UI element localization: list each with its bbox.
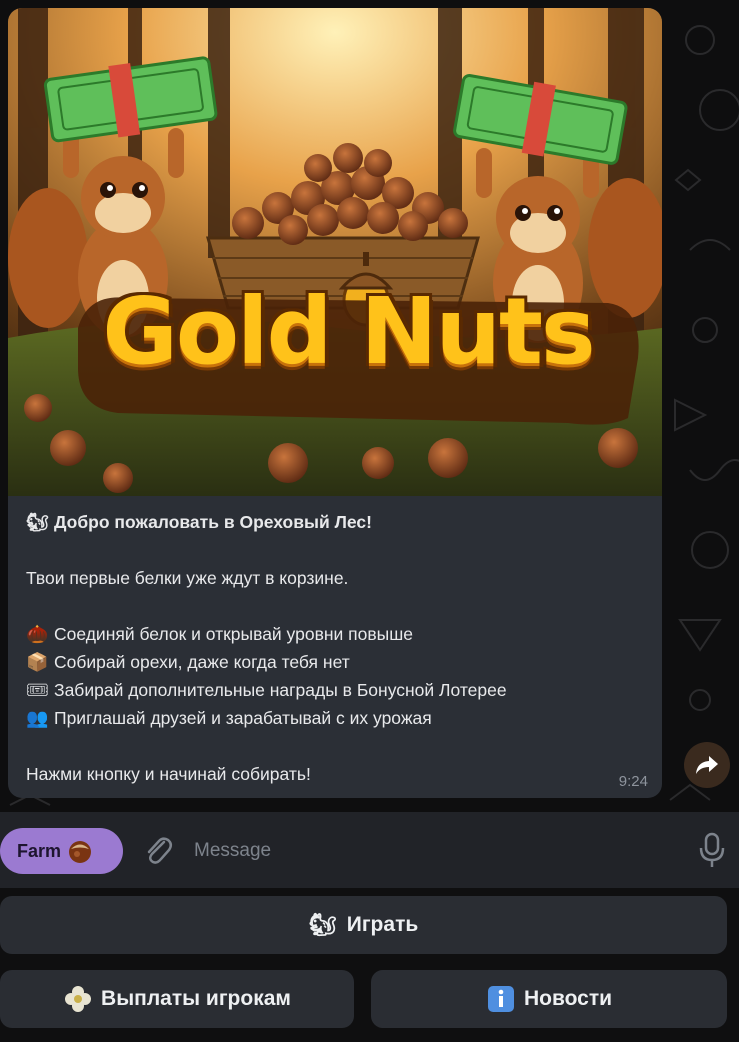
people-icon: 👥 — [26, 708, 49, 728]
gold-nuts-logo: Gold Nuts — [102, 278, 595, 385]
feature-text: Приглашай друзей и зарабатывай с их урож… — [54, 708, 432, 728]
feature-text: Соединяй белок и открывай уровни повыше — [54, 624, 414, 644]
ticket-icon: 🎟 — [26, 680, 49, 700]
paperclip-icon[interactable] — [140, 832, 176, 868]
feature-line: 📦 Собирай орехи, даже когда тебя нет — [26, 648, 646, 676]
intro-line: Твои первые белки уже ждут в корзине. — [26, 568, 349, 588]
farm-button[interactable]: Farm — [0, 828, 123, 874]
forest-illustration — [8, 8, 662, 496]
feature-line: 👥 Приглашай друзей и зарабатывай с их уро… — [26, 704, 646, 732]
feature-text: Собирай орехи, даже когда тебя нет — [54, 652, 350, 672]
squirrel-icon: 🐿 — [308, 912, 337, 937]
message-input[interactable] — [192, 832, 666, 870]
chestnut-icon — [69, 841, 92, 863]
welcome-line: 🐿 Добро пожаловать в Ореховый Лес! — [26, 508, 646, 536]
play-button[interactable]: 🐿 Играть — [0, 896, 727, 954]
info-icon — [487, 986, 514, 1012]
outro-line: Нажми кнопку и начинай собирать! — [26, 764, 311, 784]
message-time: 9:24 — [618, 773, 648, 790]
farm-button-label: Farm — [17, 840, 62, 861]
feature-line: 🌰 Соединяй белок и открывай уровни повыше — [26, 620, 646, 648]
news-button-label: Новости — [523, 987, 613, 1010]
message-text: 🐿 Добро пожаловать в Ореховый Лес! Твои п… — [26, 508, 646, 788]
welcome-title: Добро пожаловать в Ореховый Лес! — [54, 512, 372, 532]
payouts-button-label: Выплаты игрокам — [101, 987, 291, 1010]
game-banner-image[interactable]: Gold Nuts — [8, 8, 662, 496]
forward-button[interactable] — [684, 742, 730, 788]
feature-line: 🎟 Забирай дополнительные награды в Бонусн… — [26, 676, 646, 704]
squirrel-icon: 🐿 — [26, 512, 49, 532]
play-button-label: Играть — [346, 913, 419, 936]
message-bubble: Gold Nuts 🐿 Добро пожаловать в Ореховый Л… — [8, 8, 662, 798]
feature-text: Забирай дополнительные награды в Бонусно… — [54, 680, 507, 700]
box-icon: 📦 — [26, 652, 49, 672]
news-button[interactable]: Новости — [371, 970, 727, 1028]
chestnut-icon: 🌰 — [26, 624, 49, 644]
forward-icon — [696, 756, 718, 774]
microphone-icon[interactable] — [694, 830, 730, 870]
payouts-button[interactable]: Выплаты игрокам — [0, 970, 354, 1028]
flower-icon — [65, 986, 92, 1012]
